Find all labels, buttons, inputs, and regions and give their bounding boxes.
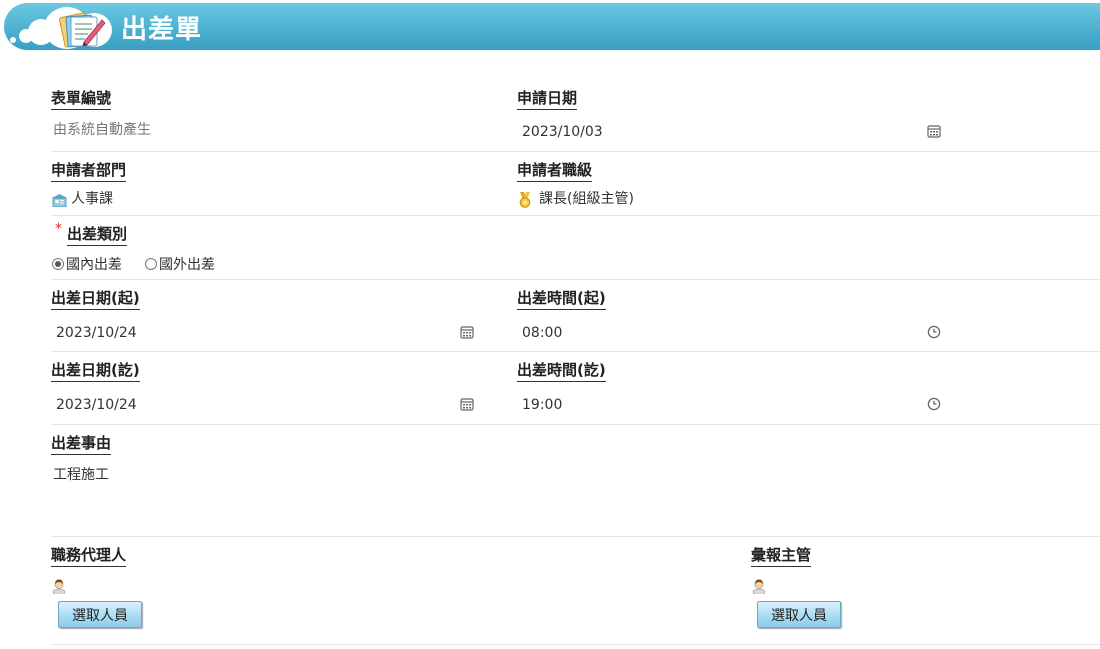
agent-label: 職務代理人	[51, 546, 127, 567]
form-no-value: 由系統自動產生	[53, 122, 151, 138]
page-title: 出差單	[121, 15, 203, 45]
end-time-field[interactable]: 19:00	[522, 396, 562, 414]
row-divider	[51, 351, 1100, 352]
required-marker: *	[55, 221, 62, 237]
radio-domestic-dot[interactable]	[52, 258, 64, 270]
supervisor-select-button[interactable]: 選取人員	[757, 601, 841, 628]
radio-domestic[interactable]: 國內出差	[52, 254, 122, 274]
start-time-field[interactable]: 08:00	[522, 324, 562, 342]
row-divider	[51, 215, 1100, 216]
row-divider	[51, 536, 1100, 537]
calendar-icon[interactable]	[927, 124, 941, 138]
calendar-icon[interactable]	[460, 397, 474, 411]
rank-value: 課長(組級主管)	[539, 191, 634, 207]
apply-date-field[interactable]: 2023/10/03	[522, 123, 603, 141]
start-date-field[interactable]: 2023/10/24	[56, 324, 137, 342]
department-icon	[52, 194, 67, 207]
form-logo-icon	[10, 5, 112, 50]
start-date-label: 出差日期(起)	[51, 289, 140, 310]
radio-overseas[interactable]: 國外出差	[145, 254, 215, 274]
calendar-icon[interactable]	[460, 325, 474, 339]
dept-value: 人事課	[71, 191, 113, 207]
person-icon	[752, 579, 766, 594]
trip-type-label: 出差類別	[67, 225, 128, 246]
agent-select-button[interactable]: 選取人員	[58, 601, 142, 628]
radio-overseas-label: 國外出差	[159, 257, 215, 273]
radio-overseas-dot[interactable]	[145, 258, 157, 270]
end-date-label: 出差日期(訖)	[51, 361, 140, 382]
dept-label: 申請者部門	[51, 161, 127, 182]
row-divider	[51, 644, 1100, 645]
reason-value[interactable]: 工程施工	[53, 466, 109, 484]
rank-label: 申請者職級	[517, 161, 593, 182]
page-header: 出差單	[4, 3, 1100, 50]
clock-icon[interactable]	[927, 325, 941, 339]
clock-icon[interactable]	[927, 397, 941, 411]
supervisor-label: 彙報主管	[751, 546, 812, 567]
form-no-label: 表單編號	[51, 89, 112, 110]
row-divider	[51, 424, 1100, 425]
medal-icon	[519, 192, 531, 208]
row-divider	[51, 151, 1100, 152]
radio-domestic-label: 國內出差	[66, 257, 122, 273]
reason-label: 出差事由	[51, 434, 112, 455]
row-divider	[51, 279, 1100, 280]
person-icon	[52, 579, 66, 594]
start-time-label: 出差時間(起)	[517, 289, 606, 310]
end-date-field[interactable]: 2023/10/24	[56, 396, 137, 414]
apply-date-label: 申請日期	[517, 89, 578, 110]
end-time-label: 出差時間(訖)	[517, 361, 606, 382]
